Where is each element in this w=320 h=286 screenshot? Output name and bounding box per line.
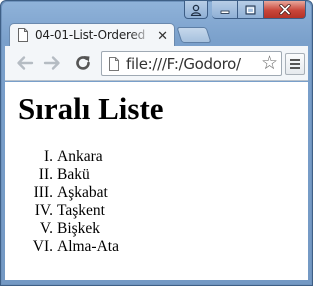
list-item-text: Ankara: [57, 148, 103, 165]
back-arrow-icon: [17, 56, 34, 70]
user-icon: [190, 4, 202, 16]
minimize-button[interactable]: [212, 1, 238, 19]
new-tab-button[interactable]: [176, 27, 212, 43]
list-marker: I.: [43, 148, 53, 165]
list-marker: VI.: [32, 238, 53, 255]
forward-arrow-icon: [43, 56, 60, 70]
window-controls: [184, 1, 306, 21]
maximize-button[interactable]: [238, 1, 264, 19]
browser-window: 04-01-List-Ordered ✕ file:///F:/Godoro/ …: [0, 0, 313, 286]
tab-close-button[interactable]: ✕: [157, 29, 168, 42]
list-item: I. Ankara: [5, 148, 205, 166]
list-item: IV. Taşkent: [5, 202, 205, 220]
maximize-icon: [245, 5, 256, 14]
page-icon: [18, 28, 28, 42]
close-window-button[interactable]: [264, 1, 306, 19]
reload-icon: [76, 56, 90, 70]
back-button[interactable]: [15, 53, 35, 73]
ordered-list: I. Ankara II. Bakü III. Aşkabat IV. Taşk…: [5, 148, 205, 256]
chrome-menu-button[interactable]: [285, 53, 305, 75]
minimize-icon: [220, 10, 229, 14]
menu-bar: [290, 59, 300, 61]
browser-tab[interactable]: 04-01-List-Ordered ✕: [9, 23, 175, 46]
page-content: Sıralı Liste I. Ankara II. Bakü III. Aşk…: [5, 82, 308, 280]
list-item: III. Aşkabat: [5, 184, 205, 202]
list-item-text: Taşkent: [57, 202, 105, 219]
list-marker: II.: [38, 166, 53, 183]
address-bar[interactable]: file:///F:/Godoro/ ☆: [101, 51, 282, 76]
list-item: V. Bişkek: [5, 220, 205, 238]
toolbar: file:///F:/Godoro/ ☆: [5, 46, 308, 81]
list-marker: V.: [39, 220, 53, 237]
user-profile-button[interactable]: [184, 1, 208, 19]
close-icon: [278, 4, 291, 15]
tab-title: 04-01-List-Ordered: [35, 28, 146, 42]
forward-button[interactable]: [42, 53, 62, 73]
list-marker: IV.: [34, 202, 53, 219]
list-item: VI. Alma-Ata: [5, 238, 205, 256]
bookmark-star-icon[interactable]: ☆: [261, 54, 278, 73]
page-heading: Sıralı Liste: [18, 91, 164, 126]
list-item-text: Bişkek: [57, 220, 101, 237]
menu-bar: [290, 63, 300, 65]
list-item-text: Bakü: [57, 166, 90, 183]
list-item-text: Alma-Ata: [57, 238, 119, 255]
list-marker: III.: [33, 184, 53, 201]
list-item-text: Aşkabat: [57, 184, 108, 201]
address-url: file:///F:/Godoro/: [126, 54, 241, 73]
reload-button[interactable]: [73, 53, 93, 73]
file-icon: [109, 56, 119, 71]
menu-bar: [290, 67, 300, 69]
list-item: II. Bakü: [5, 166, 205, 184]
